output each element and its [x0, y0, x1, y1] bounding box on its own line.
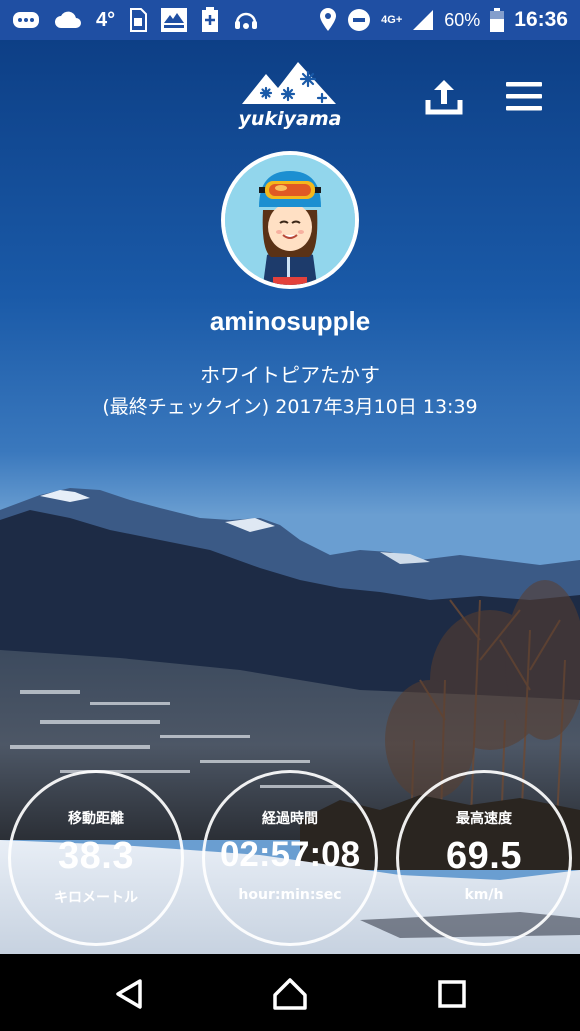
skier-avatar-icon: [225, 155, 355, 285]
resort-name[interactable]: ホワイトピアたかす: [0, 359, 580, 388]
app-screen: 4° 4G+ 60% 16:36 yukiyama aminosupple ホワ…: [0, 0, 580, 1031]
stat-elapsed-time: 経過時間 02:57:08 hour:min:sec: [202, 770, 378, 946]
battery-plus-icon: [201, 7, 219, 33]
last-checkin: (最終チェックイン) 2017年3月10日 13:39: [102, 396, 478, 418]
stat-unit: hour:min:sec: [238, 887, 342, 903]
clock: 16:36: [514, 8, 568, 31]
stat-unit: km/h: [464, 887, 504, 903]
stat-label: 最高速度: [456, 811, 512, 827]
avatar[interactable]: [221, 151, 359, 289]
status-bar: 4° 4G+ 60% 16:36: [0, 0, 580, 40]
network-type: 4G+: [381, 14, 403, 26]
battery-icon: [490, 8, 505, 32]
home-button[interactable]: [270, 974, 310, 1014]
logo-text: yukiyama: [238, 108, 342, 130]
system-nav-bar: [0, 954, 580, 1031]
back-icon: [116, 979, 142, 1009]
recents-icon: [438, 980, 466, 1008]
stat-value: 38.3: [58, 835, 134, 877]
headset-icon: [233, 8, 259, 32]
yukiyama-logo[interactable]: yukiyama: [236, 58, 344, 132]
do-not-disturb-icon: [347, 8, 371, 32]
menu-button[interactable]: [502, 76, 546, 116]
location-icon: [319, 8, 337, 32]
cloud-icon: [54, 11, 82, 29]
temperature-text: 4°: [96, 8, 116, 31]
home-icon: [273, 978, 307, 1010]
stat-label: 移動距離: [68, 811, 124, 827]
username: aminosupple: [209, 306, 371, 336]
mountain-logo-icon: [242, 62, 336, 104]
stat-value: 02:57:08: [219, 835, 361, 874]
messages-icon: [12, 10, 40, 30]
stat-unit: キロメートル: [54, 890, 138, 906]
yukiyama-app-icon: [161, 8, 188, 32]
back-button[interactable]: [110, 974, 150, 1014]
recents-button[interactable]: [432, 974, 472, 1014]
share-button[interactable]: [422, 74, 466, 118]
stat-max-speed: 最高速度 69.5 km/h: [396, 770, 572, 946]
app-header: yukiyama: [0, 40, 580, 140]
signal-icon: [412, 9, 434, 31]
hamburger-menu-icon: [506, 82, 542, 111]
sim-icon: [129, 8, 148, 32]
share-upload-icon: [425, 80, 463, 115]
stat-label: 経過時間: [262, 811, 318, 827]
stat-value: 69.5: [446, 835, 522, 877]
battery-percent: 60%: [444, 9, 481, 30]
stat-distance: 移動距離 38.3 キロメートル: [8, 770, 184, 946]
